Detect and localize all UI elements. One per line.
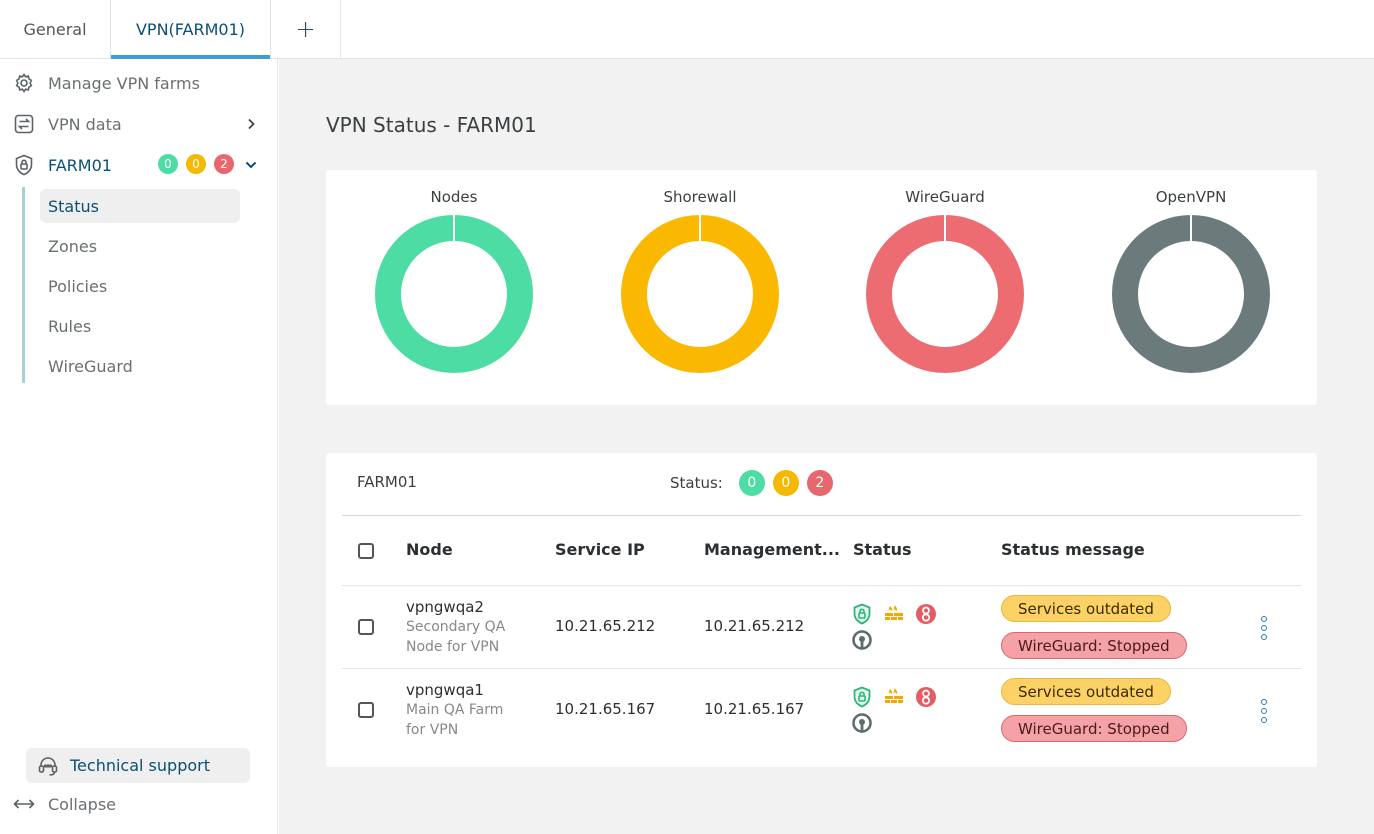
sidebar: Manage VPN farms VPN data FARM01 0 0 2 S… bbox=[0, 59, 278, 834]
sidebar-item-label: FARM01 bbox=[48, 155, 112, 175]
openvpn-icon[interactable] bbox=[851, 712, 873, 734]
status-message-chip-error: WireGuard: Stopped bbox=[1001, 632, 1187, 659]
node-description-line: Node for VPN bbox=[406, 639, 500, 655]
divider bbox=[342, 668, 1301, 669]
nodes-table-card: FARM01 Status: 0 0 2 Node Service IP Man… bbox=[326, 453, 1317, 767]
openvpn-icon[interactable] bbox=[851, 629, 873, 651]
firewall-icon[interactable] bbox=[883, 603, 905, 625]
donut-wireguard: WireGuard bbox=[855, 188, 1035, 380]
tab-bar: General VPN(FARM01) + bbox=[0, 0, 1374, 59]
management-ip-cell: 10.21.65.212 bbox=[704, 617, 805, 635]
collapse-label: Collapse bbox=[48, 794, 116, 814]
sidebar-item-manage-vpn-farms[interactable]: Manage VPN farms bbox=[12, 68, 264, 98]
sidebar-item-label: VPN data bbox=[48, 114, 122, 134]
status-badge-warning: 0 bbox=[772, 470, 799, 496]
status-badge-error: 2 bbox=[214, 154, 234, 174]
sidebar-subitem-status[interactable]: Status bbox=[40, 189, 240, 223]
status-badge-ok: 0 bbox=[158, 154, 178, 174]
gear-icon bbox=[12, 71, 36, 95]
row-more-menu-icon[interactable] bbox=[1257, 616, 1271, 640]
add-tab-button[interactable]: + bbox=[271, 0, 341, 58]
column-header-management[interactable]: Management... bbox=[704, 540, 840, 559]
donut-ring bbox=[375, 214, 533, 373]
column-header-service-ip[interactable]: Service IP bbox=[555, 540, 645, 559]
donut-nodes: Nodes bbox=[364, 188, 544, 380]
technical-support-label: Technical support bbox=[70, 756, 210, 775]
status-badge-ok: 0 bbox=[738, 470, 765, 496]
subnav-indicator-line bbox=[22, 187, 25, 383]
status-message-chip-warning: Services outdated bbox=[1001, 678, 1171, 705]
sidebar-item-farm01[interactable]: FARM01 0 0 2 bbox=[12, 150, 264, 180]
column-header-node[interactable]: Node bbox=[406, 540, 453, 559]
shield-lock-status-icon[interactable] bbox=[851, 686, 873, 708]
donut-title: Shorewall bbox=[663, 188, 737, 206]
donut-title: OpenVPN bbox=[1155, 188, 1227, 206]
node-name[interactable]: vpngwqa2 bbox=[406, 597, 516, 617]
status-label: Status: bbox=[670, 474, 723, 492]
divider bbox=[342, 585, 1301, 586]
farm-status-badges: 0 0 2 bbox=[158, 154, 234, 174]
collapse-sidebar-button[interactable]: Collapse bbox=[12, 792, 116, 816]
management-ip-cell: 10.21.65.167 bbox=[704, 700, 805, 718]
row-checkbox[interactable] bbox=[358, 702, 374, 718]
shield-lock-status-icon[interactable] bbox=[851, 603, 873, 625]
donut-shorewall: Shorewall bbox=[610, 188, 790, 380]
wireguard-icon[interactable] bbox=[915, 686, 937, 708]
chevron-down-icon[interactable] bbox=[242, 156, 260, 174]
status-badge-error: 2 bbox=[806, 470, 833, 496]
main-content: VPN Status - FARM01 Nodes Shorewall Wire… bbox=[279, 59, 1374, 834]
swap-icon bbox=[12, 112, 36, 136]
donut-title: Nodes bbox=[430, 188, 478, 206]
shield-lock-icon bbox=[12, 153, 36, 177]
table-farm-name: FARM01 bbox=[357, 473, 417, 491]
sidebar-subitem-zones[interactable]: Zones bbox=[40, 229, 240, 263]
wireguard-icon[interactable] bbox=[915, 603, 937, 625]
status-message-chip-error: WireGuard: Stopped bbox=[1001, 715, 1187, 742]
expand-arrows-icon bbox=[12, 792, 36, 816]
status-message-chip-warning: Services outdated bbox=[1001, 595, 1171, 622]
service-ip-cell: 10.21.65.212 bbox=[555, 617, 656, 635]
node-description-line: Main QA Farm bbox=[406, 702, 504, 718]
status-badge-warning: 0 bbox=[186, 154, 206, 174]
headset-icon bbox=[36, 754, 60, 778]
table-status-summary: Status: 0 0 2 bbox=[670, 470, 833, 496]
sidebar-item-vpn-data[interactable]: VPN data bbox=[12, 109, 264, 139]
sidebar-item-label: Manage VPN farms bbox=[48, 73, 200, 93]
donut-openvpn: OpenVPN bbox=[1101, 188, 1281, 380]
select-all-checkbox[interactable] bbox=[358, 543, 374, 559]
column-header-status[interactable]: Status bbox=[853, 540, 912, 559]
firewall-icon[interactable] bbox=[883, 686, 905, 708]
donut-ring bbox=[866, 214, 1024, 373]
node-description-line: Secondary QA bbox=[406, 619, 506, 635]
divider bbox=[342, 515, 1301, 516]
tab-general[interactable]: General bbox=[0, 0, 111, 58]
sidebar-subitem-rules[interactable]: Rules bbox=[40, 309, 240, 343]
service-ip-cell: 10.21.65.167 bbox=[555, 700, 656, 718]
sidebar-subitem-policies[interactable]: Policies bbox=[40, 269, 240, 303]
status-icons bbox=[851, 686, 951, 736]
node-name[interactable]: vpngwqa1 bbox=[406, 680, 516, 700]
tab-vpn-farm01[interactable]: VPN(FARM01) bbox=[111, 0, 271, 59]
node-cell: vpngwqa1 Main QA Farm for VPN bbox=[406, 680, 516, 740]
technical-support-button[interactable]: Technical support bbox=[26, 748, 250, 783]
column-header-status-message[interactable]: Status message bbox=[1001, 540, 1145, 559]
status-icons bbox=[851, 603, 951, 653]
row-more-menu-icon[interactable] bbox=[1257, 699, 1271, 723]
sidebar-subitem-wireguard[interactable]: WireGuard bbox=[40, 349, 240, 383]
page-title: VPN Status - FARM01 bbox=[326, 113, 537, 137]
donut-title: WireGuard bbox=[905, 188, 985, 206]
donut-ring bbox=[621, 214, 779, 373]
chevron-right-icon[interactable] bbox=[242, 115, 260, 133]
node-description-line: for VPN bbox=[406, 722, 459, 738]
donut-ring bbox=[1112, 214, 1270, 373]
donut-charts-card: Nodes Shorewall WireGuard OpenVPN bbox=[326, 170, 1317, 405]
row-checkbox[interactable] bbox=[358, 619, 374, 635]
node-cell: vpngwqa2 Secondary QA Node for VPN bbox=[406, 597, 516, 657]
